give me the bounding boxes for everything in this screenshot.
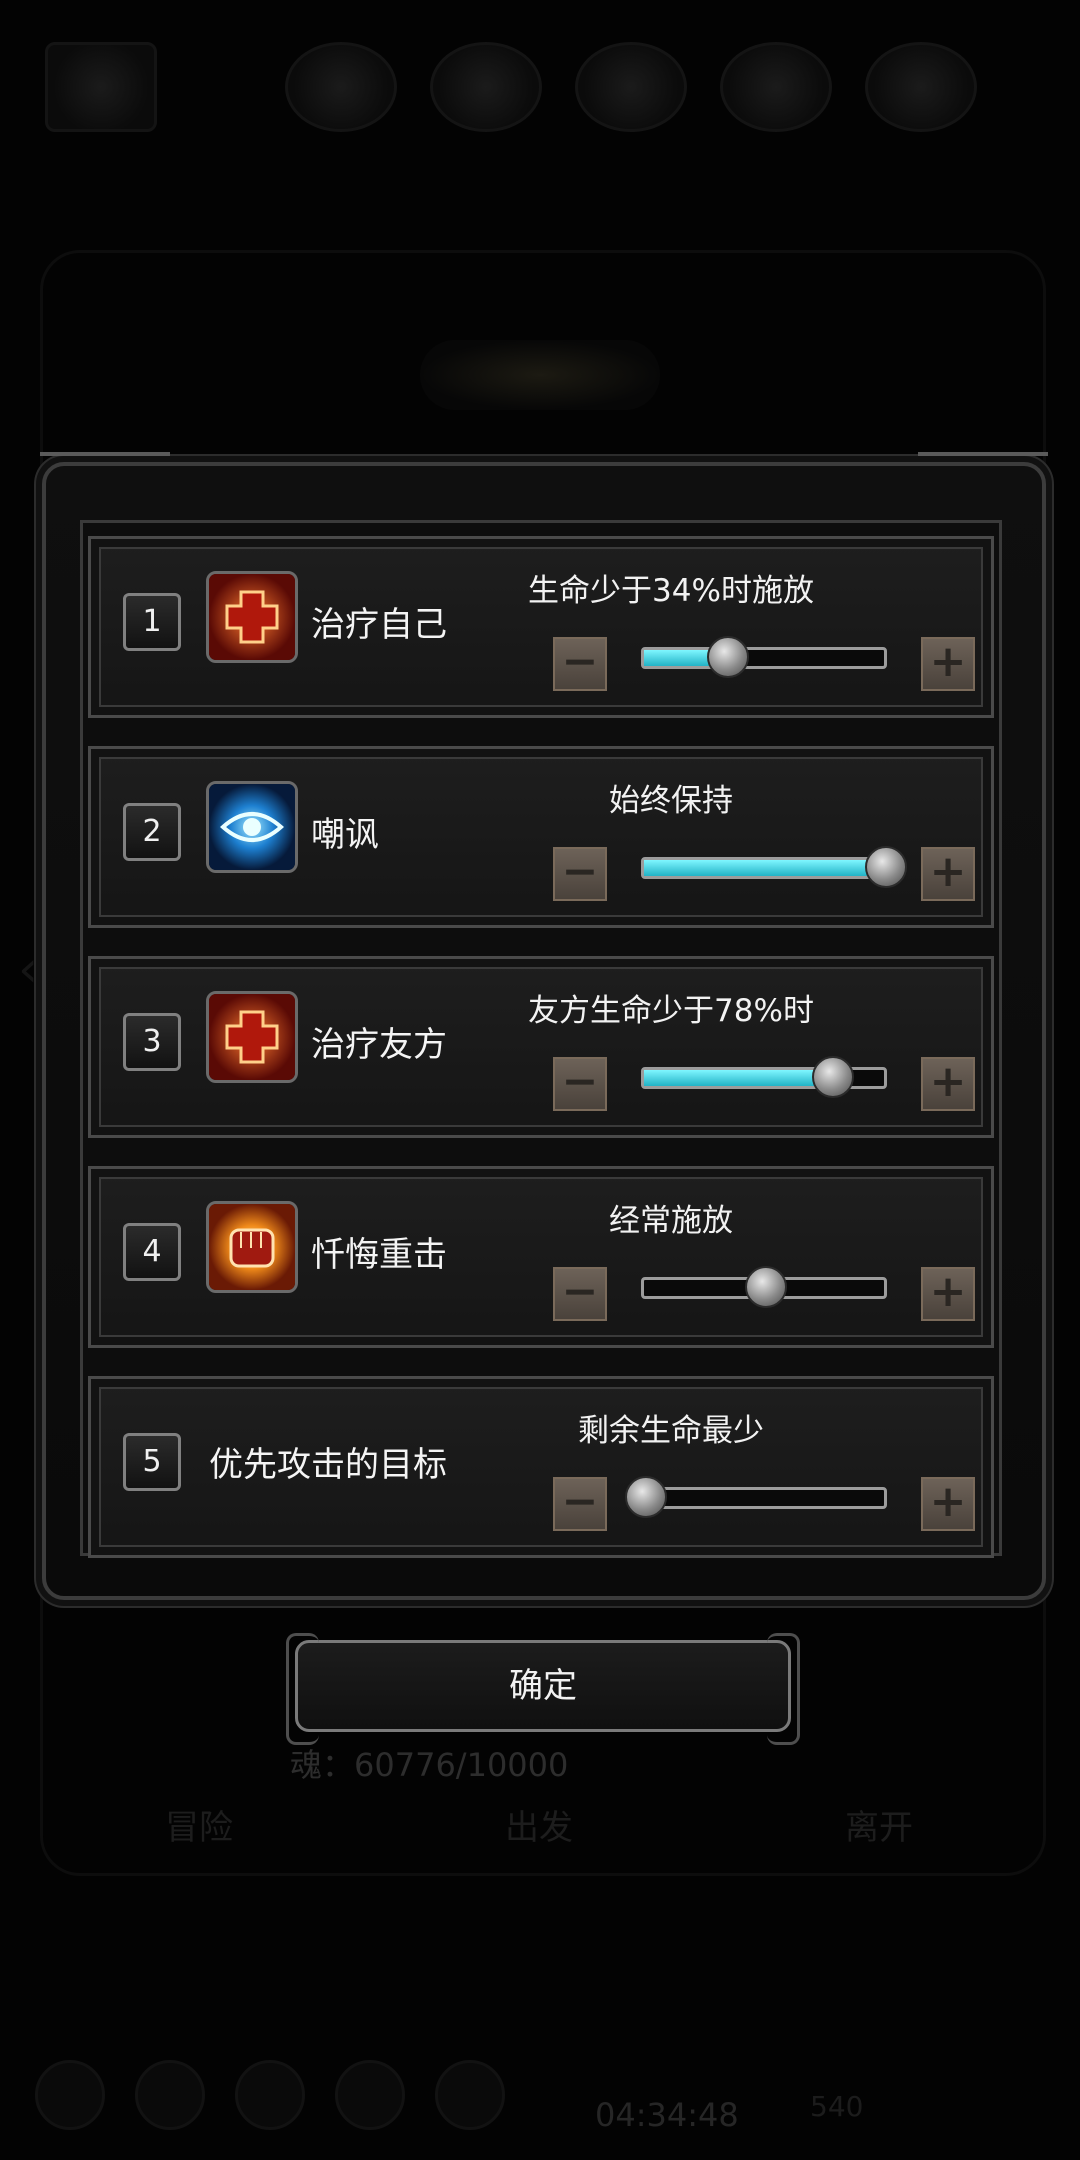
background-top-bar xyxy=(0,0,1080,140)
skill-name: 嘲讽 xyxy=(311,815,379,855)
slider-handle[interactable] xyxy=(625,1476,667,1518)
skill-row: 1 治疗自己 生命少于34%时施放 − + xyxy=(88,536,994,718)
decrease-button[interactable]: − xyxy=(553,637,607,691)
priority-number: 1 xyxy=(123,593,181,651)
equipment-slot-icon xyxy=(285,42,397,132)
cast-condition: 生命少于34%时施放 xyxy=(528,573,814,609)
skill-row: 3 治疗友方 友方生命少于78%时 − + xyxy=(88,956,994,1138)
timer: 04:34:48 xyxy=(595,2096,739,2134)
skill-name: 治疗友方 xyxy=(311,1025,447,1065)
increase-button[interactable]: + xyxy=(921,847,975,901)
increase-button[interactable]: + xyxy=(921,1477,975,1531)
slider-fill xyxy=(644,1070,832,1086)
skill-name: 优先攻击的目标 xyxy=(209,1445,447,1485)
slider-handle[interactable] xyxy=(706,636,749,678)
background-ornament-icon xyxy=(420,340,660,410)
menu-icon xyxy=(435,2060,505,2130)
menu-icon xyxy=(235,2060,305,2130)
decrease-button[interactable]: − xyxy=(553,1267,607,1321)
priority-number: 2 xyxy=(123,803,181,861)
priority-number: 4 xyxy=(123,1223,181,1281)
decrease-button[interactable]: − xyxy=(553,1057,607,1111)
skill-row: 2 嘲讽 始终保持 − + xyxy=(88,746,994,928)
left-arrow-icon: ‹ xyxy=(18,940,38,998)
heal-cross-icon xyxy=(206,571,298,663)
confirm-button[interactable]: 确定 xyxy=(286,1633,800,1745)
priority-number: 5 xyxy=(123,1433,181,1491)
fist-strike-icon xyxy=(206,1201,298,1293)
equipment-slot-icon xyxy=(430,42,542,132)
slider-handle[interactable] xyxy=(812,1056,855,1098)
target-priority-row: 5 优先攻击的目标 剩余生命最少 − + xyxy=(88,1376,994,1558)
condition-slider[interactable] xyxy=(641,1056,887,1098)
condition-slider[interactable] xyxy=(625,1476,887,1518)
condition-slider[interactable] xyxy=(641,846,907,888)
cast-condition: 始终保持 xyxy=(609,783,733,819)
portrait-slot-icon xyxy=(45,42,157,132)
equipment-slot-icon xyxy=(865,42,977,132)
eye-taunt-icon xyxy=(206,781,298,873)
decrease-button[interactable]: − xyxy=(553,847,607,901)
slider-handle[interactable] xyxy=(865,846,907,888)
cast-condition: 经常施放 xyxy=(609,1203,733,1239)
soul-counter: 魂：60776/10000 xyxy=(290,1746,569,1784)
tab-depart: 出发 xyxy=(505,1808,573,1848)
condition-slider[interactable] xyxy=(641,1266,887,1308)
decrease-button[interactable]: − xyxy=(553,1477,607,1531)
menu-icon xyxy=(135,2060,205,2130)
menu-icon xyxy=(335,2060,405,2130)
cast-condition: 剩余生命最少 xyxy=(578,1413,764,1449)
tab-leave: 离开 xyxy=(845,1808,913,1848)
priority-number: 3 xyxy=(123,1013,181,1071)
cast-condition: 友方生命少于78%时 xyxy=(528,993,814,1029)
skill-name: 忏悔重击 xyxy=(311,1235,447,1275)
skill-name: 治疗自己 xyxy=(311,605,447,645)
tab-adventure: 冒险 xyxy=(165,1808,233,1848)
menu-icon xyxy=(35,2060,105,2130)
corner-ornament-icon xyxy=(40,452,170,500)
equipment-slot-icon xyxy=(575,42,687,132)
increase-button[interactable]: + xyxy=(921,1267,975,1321)
corner-ornament-icon xyxy=(918,452,1048,500)
condition-slider[interactable] xyxy=(641,636,887,678)
equipment-slot-icon xyxy=(720,42,832,132)
increase-button[interactable]: + xyxy=(921,1057,975,1111)
skill-row: 4 忏悔重击 经常施放 − + xyxy=(88,1166,994,1348)
gem-count: 540 xyxy=(810,2090,864,2123)
slider-handle[interactable] xyxy=(745,1266,787,1308)
slider-fill xyxy=(644,860,884,876)
heal-cross-icon xyxy=(206,991,298,1083)
increase-button[interactable]: + xyxy=(921,637,975,691)
